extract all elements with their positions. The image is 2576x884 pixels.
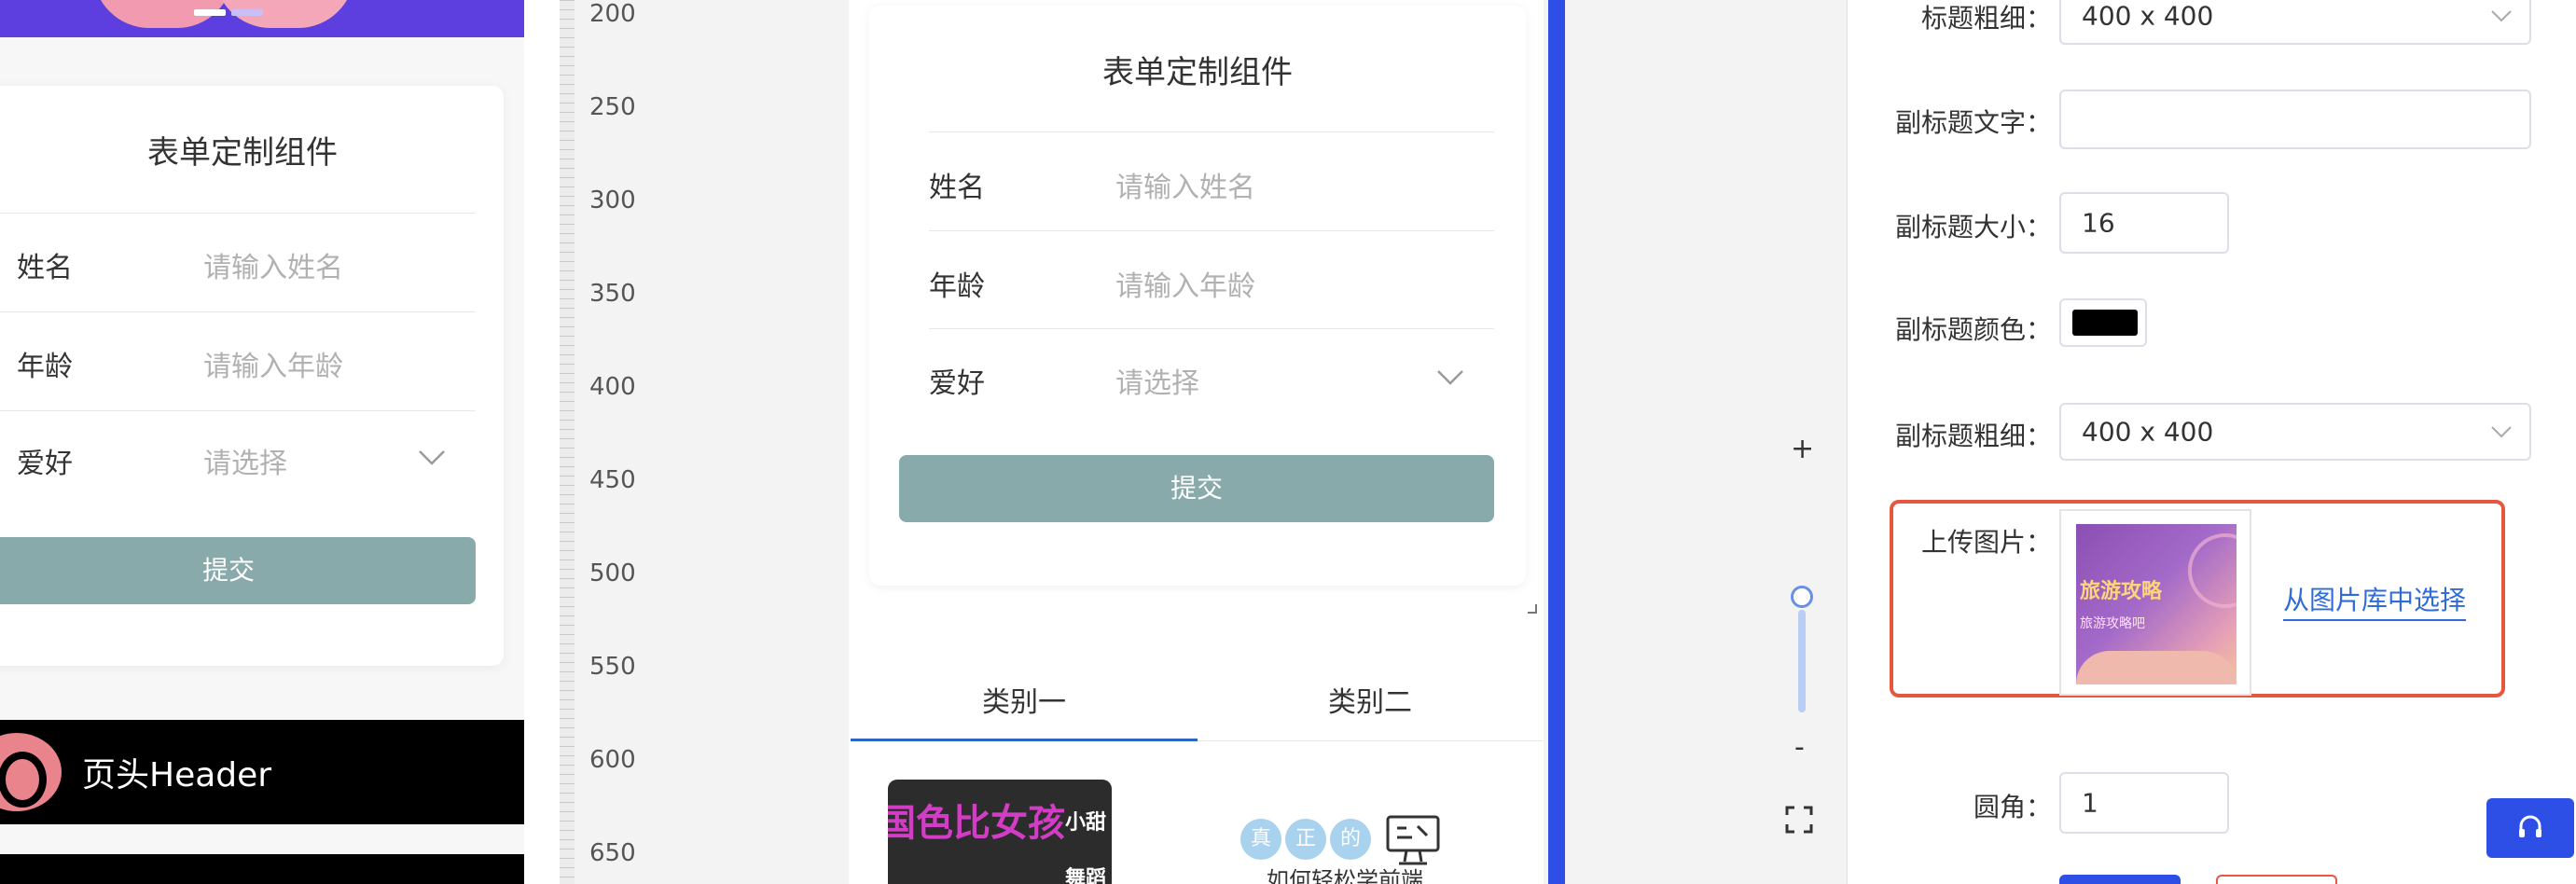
active-tab-indicator	[851, 739, 1198, 741]
card-caption: 如何轻松学前端	[1267, 867, 1423, 884]
subtitle-weight-select[interactable]: 400 x 400	[2059, 403, 2531, 461]
form-label-hobby: 爱好	[17, 448, 73, 480]
radius-value: 1	[2082, 787, 2098, 819]
component-preview-panel: 表单定制组件 姓名 请输入姓名 年龄 请输入年龄 爱好 请选择 提交 页头Hea…	[0, 0, 524, 884]
form-select-hobby[interactable]: 请选择	[203, 440, 287, 481]
color-swatch	[2072, 310, 2138, 336]
thumbnail-bubble: 真	[1240, 819, 1281, 860]
form-input-age[interactable]: 请输入年龄	[203, 343, 343, 384]
divider	[929, 131, 1494, 132]
ruler-label: 400	[589, 373, 636, 401]
form-label-hobby: 爱好	[929, 367, 985, 400]
subtitle-size-input[interactable]: 16	[2059, 192, 2229, 254]
thumbnail-bubble: 正	[1285, 819, 1326, 860]
form-label-name: 姓名	[17, 252, 73, 284]
zoom-slider-handle[interactable]	[1791, 586, 1813, 608]
submit-button[interactable]: 提交	[0, 537, 476, 604]
tab-category-two[interactable]: 类别二	[1198, 679, 1543, 720]
fullscreen-icon[interactable]	[1785, 806, 1813, 837]
form-label-age: 年龄	[17, 351, 73, 383]
uploaded-image: 旅游攻略 旅游攻略吧	[2076, 524, 2237, 684]
thumbnail-art: 国色比女孩	[888, 802, 1065, 845]
uploaded-image-title: 旅游攻略	[2080, 580, 2163, 603]
subtitle-weight-label: 副标题粗细：	[1894, 421, 2052, 451]
radius-input[interactable]: 1	[2059, 772, 2229, 834]
subtitle-weight-value: 400 x 400	[2082, 416, 2214, 448]
customer-support-button[interactable]	[2486, 798, 2574, 858]
divider	[929, 328, 1494, 329]
form-select-hobby[interactable]: 请选择	[1115, 360, 1199, 401]
ruler-label: 500	[589, 559, 636, 587]
card-thumbnail[interactable]: 国色比女孩 小甜 舞蹈	[888, 780, 1112, 884]
divider	[0, 213, 476, 214]
choose-from-library-link[interactable]: 从图片库中选择	[2283, 580, 2467, 621]
ruler-label: 450	[589, 466, 636, 494]
resize-handle[interactable]	[1528, 604, 1537, 614]
ruler-label: 350	[589, 280, 636, 308]
header-component[interactable]: 页头Header	[0, 720, 524, 824]
logo-icon	[0, 733, 62, 811]
ruler-label: 200	[589, 0, 636, 28]
divider	[0, 410, 476, 411]
title-weight-value: 400 x 400	[2082, 0, 2214, 32]
title-weight-select[interactable]: 400 x 400	[2059, 0, 2531, 45]
vertical-ruler	[560, 0, 575, 884]
header-component-label: 页头Header	[82, 756, 272, 794]
submit-button[interactable]: 提交	[899, 455, 1494, 522]
form-input-name[interactable]: 请输入姓名	[203, 244, 343, 285]
subtitle-size-value: 16	[2082, 207, 2115, 239]
chevron-down-icon[interactable]	[1436, 369, 1464, 386]
form-title: 表单定制组件	[147, 134, 338, 172]
chevron-down-icon	[2490, 9, 2513, 22]
thumbnail-bubble: 的	[1330, 819, 1371, 860]
subtitle-color-label: 副标题颜色：	[1894, 314, 2052, 345]
cancel-button[interactable]	[2216, 875, 2337, 884]
radius-label: 圆角：	[1973, 792, 2052, 822]
subtitle-text-input[interactable]	[2059, 90, 2531, 149]
zoom-out-button[interactable]: -	[1794, 731, 1805, 764]
carousel-dot[interactable]	[231, 9, 263, 16]
form-input-age[interactable]: 请输入年龄	[1115, 263, 1255, 304]
form-label-age: 年龄	[929, 270, 985, 303]
form-input-name[interactable]: 请输入姓名	[1115, 164, 1255, 205]
divider	[0, 311, 476, 312]
subtitle-text-label: 副标题文字：	[1894, 107, 2052, 138]
chevron-down-icon	[2490, 425, 2513, 438]
subtitle-color-picker[interactable]	[2059, 298, 2147, 347]
thumbnail-text: 舞蹈	[1065, 867, 1107, 884]
tab-category-one[interactable]: 类别一	[851, 679, 1198, 720]
form-title: 表单定制组件	[1102, 54, 1293, 91]
thumbnail-text: 小甜	[1065, 811, 1107, 835]
chevron-down-icon[interactable]	[418, 449, 446, 466]
ruler-label: 650	[589, 839, 636, 867]
ruler-label: 600	[589, 746, 636, 774]
image-decoration	[2076, 651, 2237, 684]
confirm-button[interactable]	[2059, 875, 2181, 884]
upload-image-label: 上传图片：	[1920, 527, 2052, 558]
ruler-label: 550	[589, 653, 636, 681]
carousel-dots[interactable]	[194, 9, 263, 16]
ruler-label: 250	[589, 93, 636, 121]
headset-icon	[2519, 815, 2541, 837]
selection-border	[1548, 0, 1565, 884]
ruler-label: 300	[589, 186, 636, 214]
uploaded-image-subtitle: 旅游攻略吧	[2080, 616, 2145, 631]
carousel-dot-active[interactable]	[194, 9, 226, 16]
form-label-name: 姓名	[929, 172, 985, 204]
subtitle-size-label: 副标题大小：	[1894, 212, 2052, 242]
image-decoration	[2188, 533, 2237, 608]
zoom-in-button[interactable]: +	[1791, 433, 1814, 465]
divider	[929, 230, 1494, 231]
zoom-slider-track[interactable]	[1798, 610, 1806, 712]
title-weight-label: 标题粗细：	[1920, 3, 2052, 34]
next-component-block[interactable]	[0, 854, 524, 884]
banner-image	[0, 0, 524, 37]
